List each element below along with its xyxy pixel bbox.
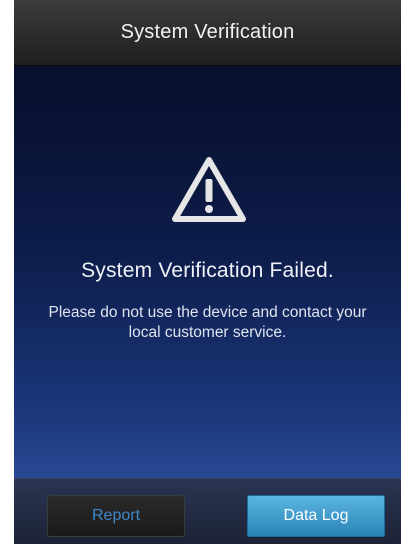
data-log-button[interactable]: Data Log <box>247 495 385 537</box>
report-button[interactable]: Report <box>47 495 185 537</box>
alert-panel: System Verification Failed. Please do no… <box>14 66 401 478</box>
title-bar: System Verification <box>14 0 401 66</box>
device-screen: System Verification System Verification … <box>14 0 401 544</box>
screen-title: System Verification <box>120 21 295 43</box>
warning-triangle-icon <box>169 153 249 225</box>
action-bar: Report Data Log <box>14 478 401 544</box>
alert-message: Please do not use the device and contact… <box>48 304 367 341</box>
alert-heading: System Verification Failed. <box>81 259 334 282</box>
